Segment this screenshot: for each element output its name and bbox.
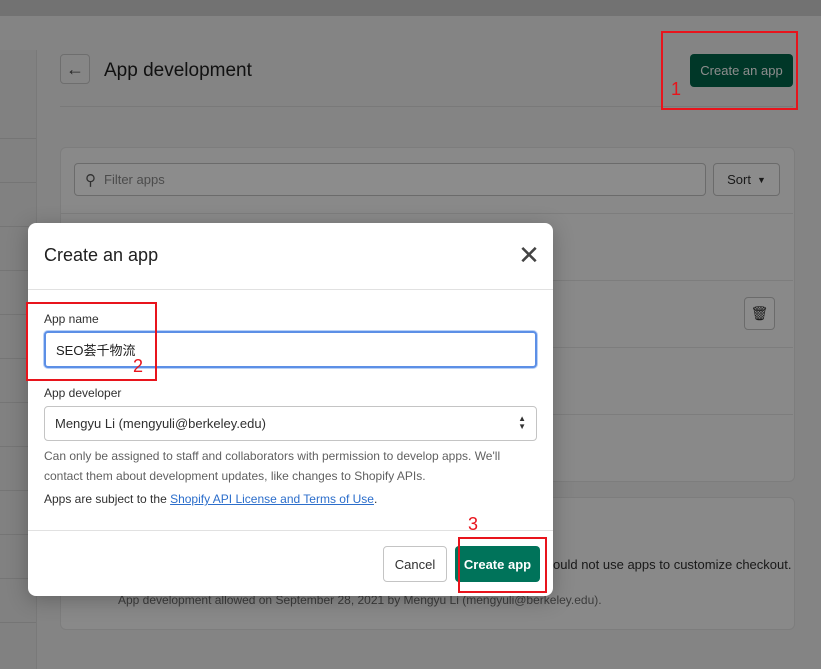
app-developer-label: App developer — [44, 386, 122, 400]
app-developer-value: Mengyu Li (mengyuli@berkeley.edu) — [55, 416, 266, 431]
close-icon[interactable]: ✕ — [517, 242, 541, 268]
app-developer-select[interactable]: Mengyu Li (mengyuli@berkeley.edu) ▲ ▼ — [44, 406, 537, 441]
annotation-box-1 — [661, 31, 798, 110]
annotation-number-1: 1 — [671, 79, 682, 99]
annotation-number-2: 2 — [133, 356, 144, 376]
terms-prefix: Apps are subject to the — [44, 492, 171, 506]
terms-link[interactable]: Shopify API License and Terms of Use — [170, 492, 374, 506]
select-arrows-icon: ▲ ▼ — [518, 414, 526, 431]
modal-divider — [28, 289, 553, 290]
modal-title: Create an app — [44, 245, 159, 265]
annotation-number-3: 3 — [468, 514, 479, 534]
terms-text: Apps are subject to the Shopify API Lice… — [44, 492, 377, 506]
cancel-button[interactable]: Cancel — [383, 546, 447, 582]
annotation-box-3 — [458, 537, 547, 593]
terms-suffix: . — [373, 492, 378, 506]
help-text: Can only be assigned to staff and collab… — [44, 449, 501, 483]
